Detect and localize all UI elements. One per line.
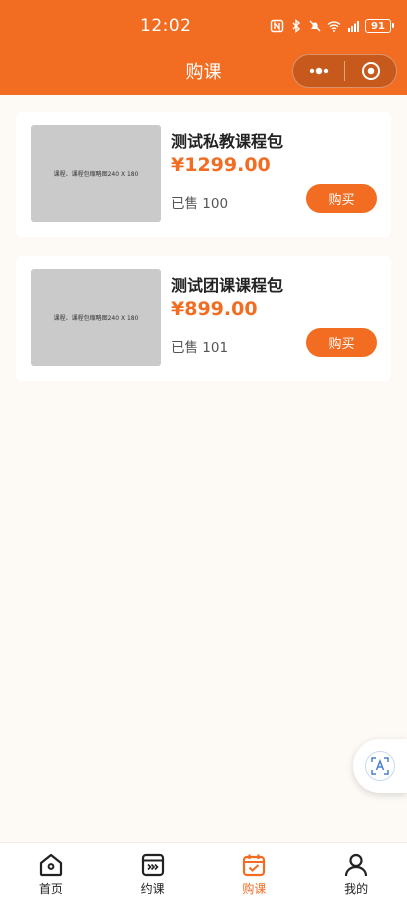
home-icon [39, 853, 62, 877]
buy-button[interactable]: 购买 [306, 328, 377, 357]
calendar-check-icon [243, 854, 266, 877]
tab-label: 约课 [140, 882, 165, 896]
status-bar: 12:02 91 [0, 0, 407, 52]
buy-button[interactable]: 购买 [306, 184, 377, 213]
wifi-icon [327, 21, 341, 32]
status-time: 12:02 [140, 16, 192, 36]
course-sold-count: 已售 100 [171, 196, 229, 212]
course-title: 测试团课课程包 [171, 276, 284, 295]
close-mini-program-button[interactable] [345, 54, 396, 88]
battery-icon: 91 [365, 19, 394, 33]
header: 12:02 91 购课 [0, 0, 407, 95]
course-thumbnail: 课程、课程包缩略图240 X 180 [31, 125, 161, 222]
target-icon [361, 62, 380, 80]
more-dots-icon [309, 67, 328, 75]
more-button[interactable] [293, 54, 344, 88]
tab-buy-course[interactable]: 购课 [204, 843, 306, 900]
tab-book-class[interactable]: 约课 [102, 843, 204, 900]
tab-bar: 首页 约课 购课 我的 [0, 842, 407, 900]
signal-icon [348, 21, 359, 32]
translate-float-button[interactable] [353, 739, 407, 793]
course-thumbnail: 课程、课程包缩略图240 X 180 [31, 269, 161, 366]
course-card: 课程、课程包缩略图240 X 180 测试私教课程包 ¥1299.00 已售 1… [16, 112, 391, 237]
nfc-icon [270, 19, 284, 33]
user-icon [345, 853, 368, 877]
bluetooth-icon [292, 19, 301, 33]
tab-label: 首页 [38, 882, 63, 896]
tab-profile[interactable]: 我的 [305, 843, 407, 900]
status-icons: 91 [270, 17, 394, 35]
course-sold-count: 已售 101 [171, 340, 229, 356]
tab-home[interactable]: 首页 [0, 843, 102, 900]
course-price: ¥1299.00 [171, 154, 271, 176]
course-price: ¥899.00 [171, 298, 258, 320]
tab-label: 我的 [344, 882, 369, 896]
course-title: 测试私教课程包 [171, 132, 284, 151]
calendar-icon [141, 853, 164, 877]
mini-program-capsule [292, 54, 397, 88]
mute-icon [309, 20, 321, 32]
tab-label: 购课 [242, 882, 267, 896]
translate-icon [365, 751, 395, 781]
course-card: 课程、课程包缩略图240 X 180 测试团课课程包 ¥899.00 已售 10… [16, 256, 391, 381]
